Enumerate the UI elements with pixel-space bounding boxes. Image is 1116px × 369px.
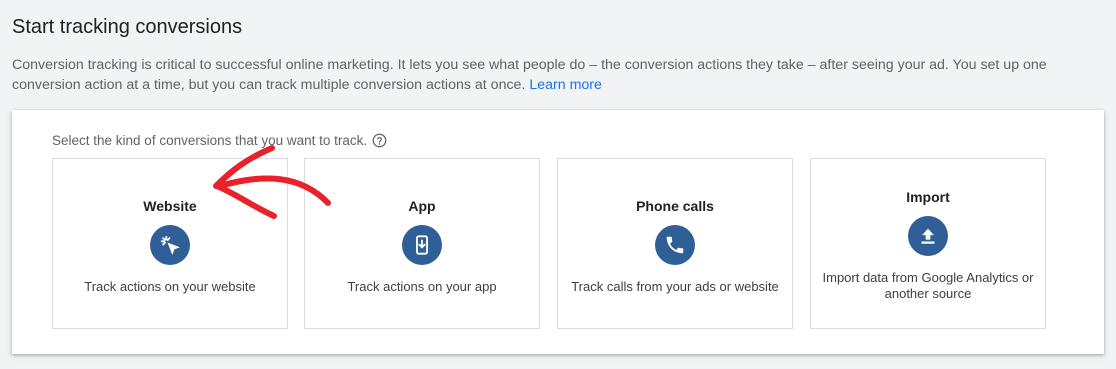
phone-download-icon [402,225,442,265]
phone-calls-card[interactable]: Phone calls Track calls from your ads or… [557,158,793,329]
card-title: App [408,198,436,214]
page-title: Start tracking conversions [12,16,243,38]
cursor-click-icon [150,225,190,265]
page-description: Conversion tracking is critical to succe… [12,55,1102,95]
help-icon[interactable] [372,133,387,148]
conversion-type-panel: Select the kind of conversions that you … [12,110,1104,354]
card-description: Track actions on your app [347,279,497,294]
website-card[interactable]: Website Track actions on your website [52,158,288,329]
upload-icon [908,216,948,256]
prompt-text: Select the kind of conversions that you … [52,133,368,148]
card-description: Track calls from your ads or website [571,279,779,294]
app-card[interactable]: App Track actions on your app [304,158,540,329]
phone-icon [655,225,695,265]
card-description: Track actions on your website [84,279,256,294]
card-title: Import [906,189,950,205]
import-card[interactable]: Import Import data from Google Analytics… [810,158,1046,329]
card-title: Website [143,198,197,214]
prompt-row: Select the kind of conversions that you … [52,133,387,148]
card-description: Import data from Google Analytics or ano… [822,270,1034,301]
learn-more-link[interactable]: Learn more [529,77,602,93]
card-title: Phone calls [636,198,714,214]
